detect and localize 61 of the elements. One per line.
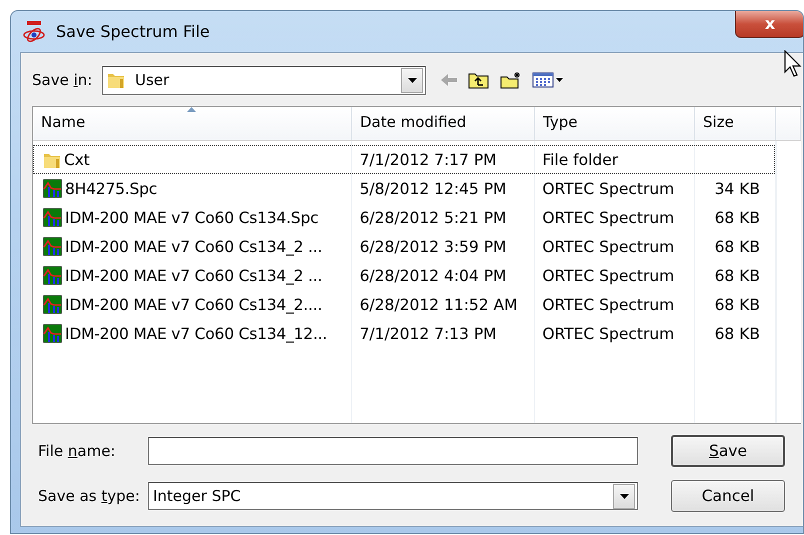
file-row[interactable]: 8H4275.Spc 5/8/2012 12:45 PM ORTEC Spectrum 34 KB: [33, 174, 775, 203]
file-name: 8H4275.Spc: [65, 180, 158, 198]
table-cell: ORTEC Spectrum: [542, 238, 674, 256]
table-cell: ORTEC Spectrum: [542, 324, 674, 342]
file-row[interactable]: IDM-200 MAE v7 Co60 Cs134_12... 7/1/2012 7:13 PM ORTEC Spectrum 68 KB: [33, 319, 775, 348]
table-cell: 7/1/2012 7:17 PM: [360, 150, 497, 168]
column-header[interactable]: Size: [695, 107, 776, 140]
file-row[interactable]: IDM-200 MAE v7 Co60 Cs134.Spc 6/28/2012 5:21 PM ORTEC Spectrum 68 KB: [33, 203, 775, 232]
table-cell: 68 KB: [714, 296, 760, 314]
file-name: IDM-200 MAE v7 Co60 Cs134_2 ...: [65, 266, 322, 284]
table-cell: ORTEC Spectrum: [542, 296, 674, 314]
field-label: Save in:: [32, 71, 94, 89]
field-label: Save as type:: [37, 487, 141, 505]
spectrum-file-icon: [43, 266, 62, 285]
folder-icon: [107, 71, 125, 89]
file-name: IDM-200 MAE v7 Co60 Cs134_2....: [65, 296, 322, 314]
spectrum-file-icon: [43, 179, 62, 198]
table-cell: ORTEC Spectrum: [542, 180, 674, 198]
file-name: IDM-200 MAE v7 Co60 Cs134_2 ...: [65, 238, 322, 256]
mouse-cursor-icon: [784, 50, 804, 78]
sort-arrow-icon: [187, 107, 196, 112]
table-cell: 68 KB: [714, 208, 760, 226]
table-cell: ORTEC Spectrum: [542, 266, 674, 284]
file-type-dropdown[interactable]: Integer SPC: [148, 482, 638, 510]
table-cell: 68 KB: [714, 238, 760, 256]
table-cell: 6/28/2012 4:04 PM: [360, 266, 506, 284]
file-row[interactable]: Cxt 7/1/2012 7:17 PM File folder: [33, 145, 775, 174]
file-row[interactable]: IDM-200 MAE v7 Co60 Cs134_2.... 6/28/2012 11:52 AM ORTEC Spectrum 68 KB: [33, 290, 775, 319]
file-row[interactable]: IDM-200 MAE v7 Co60 Cs134_2 ... 6/28/2012 4:04 PM ORTEC Spectrum 68 KB: [33, 261, 775, 290]
file-name: IDM-200 MAE v7 Co60 Cs134.Spc: [65, 208, 318, 226]
file-name: Cxt: [64, 150, 90, 168]
spectrum-file-icon: [43, 324, 62, 343]
view-menu-button[interactable]: [530, 70, 566, 90]
table-cell: ORTEC Spectrum: [542, 208, 674, 226]
folder-dropdown[interactable]: User: [102, 66, 426, 94]
column-header[interactable]: Date modified: [352, 107, 535, 140]
dropdown-value: Integer SPC: [153, 487, 242, 505]
file-name: IDM-200 MAE v7 Co60 Cs134_12...: [65, 324, 328, 342]
spectrum-file-icon: [43, 208, 62, 227]
table-cell: File folder: [542, 150, 618, 168]
cancel-button[interactable]: Cancel: [671, 480, 785, 512]
file-row[interactable]: IDM-200 MAE v7 Co60 Cs134_2 ... 6/28/2012 3:59 PM ORTEC Spectrum 68 KB: [33, 232, 775, 261]
field-label: File name:: [37, 442, 116, 460]
column-header[interactable]: Type: [535, 107, 695, 140]
table-cell: 68 KB: [714, 266, 760, 284]
table-cell: 68 KB: [714, 324, 760, 342]
table-cell: 6/28/2012 11:52 AM: [360, 296, 518, 314]
dropdown-value: User: [135, 71, 170, 89]
save-button[interactable]: Save: [671, 435, 785, 467]
spectrum-file-icon: [43, 295, 62, 314]
table-cell: 7/1/2012 7:13 PM: [360, 324, 497, 342]
spectrum-file-icon: [43, 237, 62, 256]
file-name-field[interactable]: [148, 437, 638, 465]
table-cell: 34 KB: [714, 180, 760, 198]
table-cell: 5/8/2012 12:45 PM: [360, 180, 506, 198]
window-title: Save Spectrum File: [56, 22, 210, 41]
table-cell: 6/28/2012 3:59 PM: [360, 238, 506, 256]
table-cell: 6/28/2012 5:21 PM: [360, 208, 506, 226]
atom-logo-icon: [23, 20, 45, 42]
column-header[interactable]: Name: [33, 107, 352, 140]
close-button[interactable]: x: [735, 11, 803, 38]
